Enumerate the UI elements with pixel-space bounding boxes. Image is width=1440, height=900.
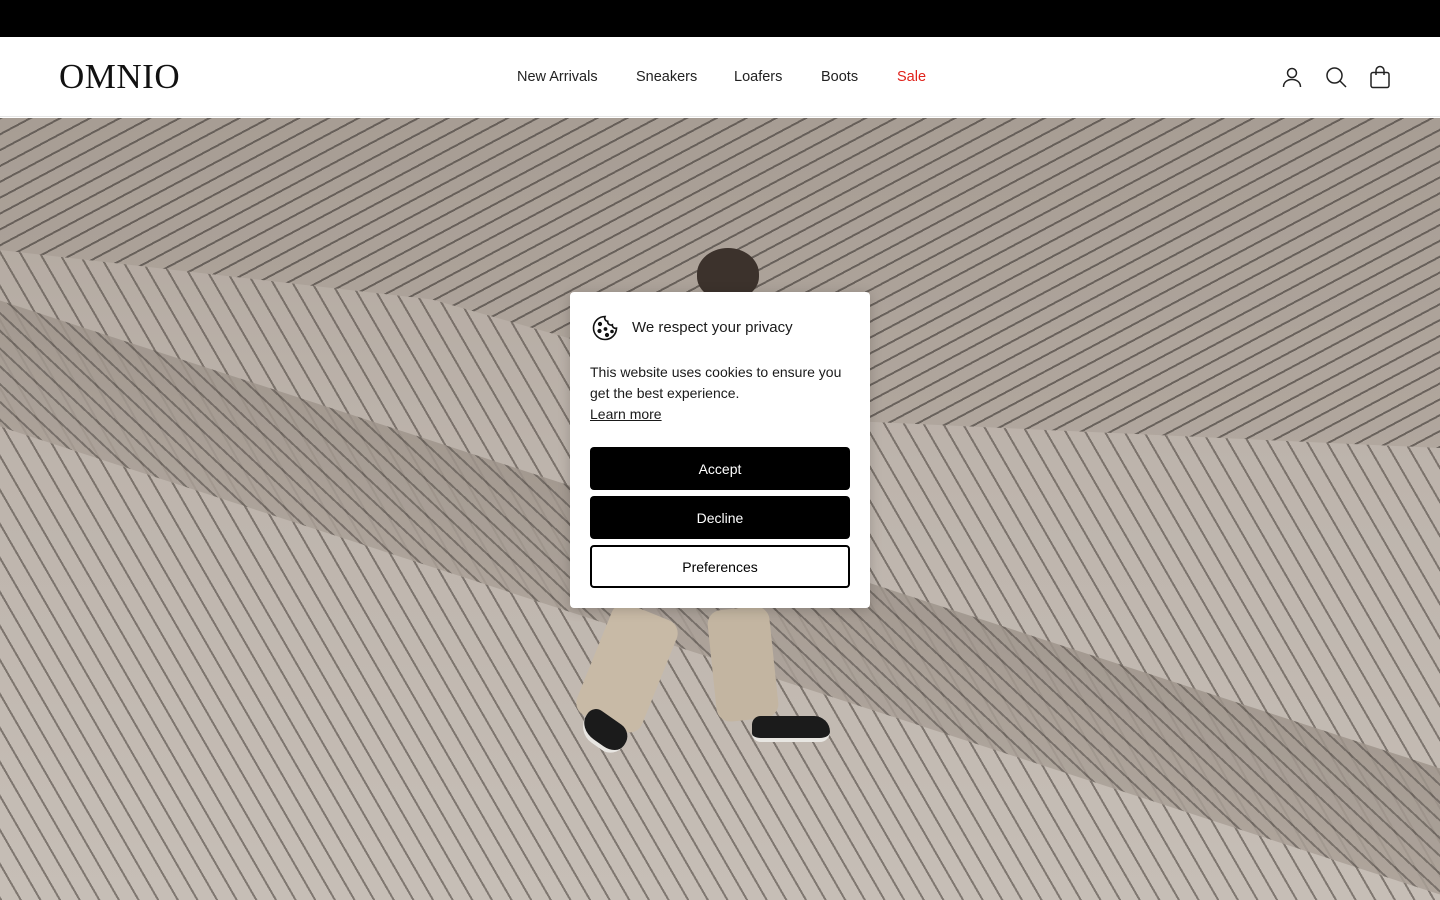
cookie-message: This website uses cookies to ensure you … bbox=[590, 364, 842, 401]
nav-loafers[interactable]: Loafers bbox=[734, 68, 782, 86]
cookie-icon bbox=[590, 313, 620, 343]
accept-button[interactable]: Accept bbox=[590, 447, 850, 490]
nav-sneakers[interactable]: Sneakers bbox=[636, 68, 697, 86]
nav-sale[interactable]: Sale bbox=[897, 68, 926, 86]
decline-button[interactable]: Decline bbox=[590, 496, 850, 539]
nav-boots[interactable]: Boots bbox=[821, 68, 858, 86]
account-icon[interactable] bbox=[1280, 64, 1304, 90]
cookie-title: We respect your privacy bbox=[632, 319, 793, 336]
cookie-body: This website uses cookies to ensure you … bbox=[590, 362, 850, 425]
site-header: OMNIO New Arrivals Sneakers Loafers Boot… bbox=[0, 37, 1440, 117]
search-icon[interactable] bbox=[1324, 64, 1348, 90]
preferences-button[interactable]: Preferences bbox=[590, 545, 850, 588]
main-nav: New Arrivals Sneakers Loafers Boots Sale bbox=[0, 37, 1440, 117]
announcement-bar bbox=[0, 0, 1440, 37]
nav-new-arrivals[interactable]: New Arrivals bbox=[517, 68, 598, 86]
logo[interactable]: OMNIO bbox=[59, 58, 180, 96]
cookie-consent-modal: We respect your privacy This website use… bbox=[570, 292, 870, 608]
learn-more-link[interactable]: Learn more bbox=[590, 404, 850, 425]
cookie-header: We respect your privacy bbox=[590, 312, 850, 344]
bag-icon[interactable] bbox=[1368, 64, 1392, 90]
